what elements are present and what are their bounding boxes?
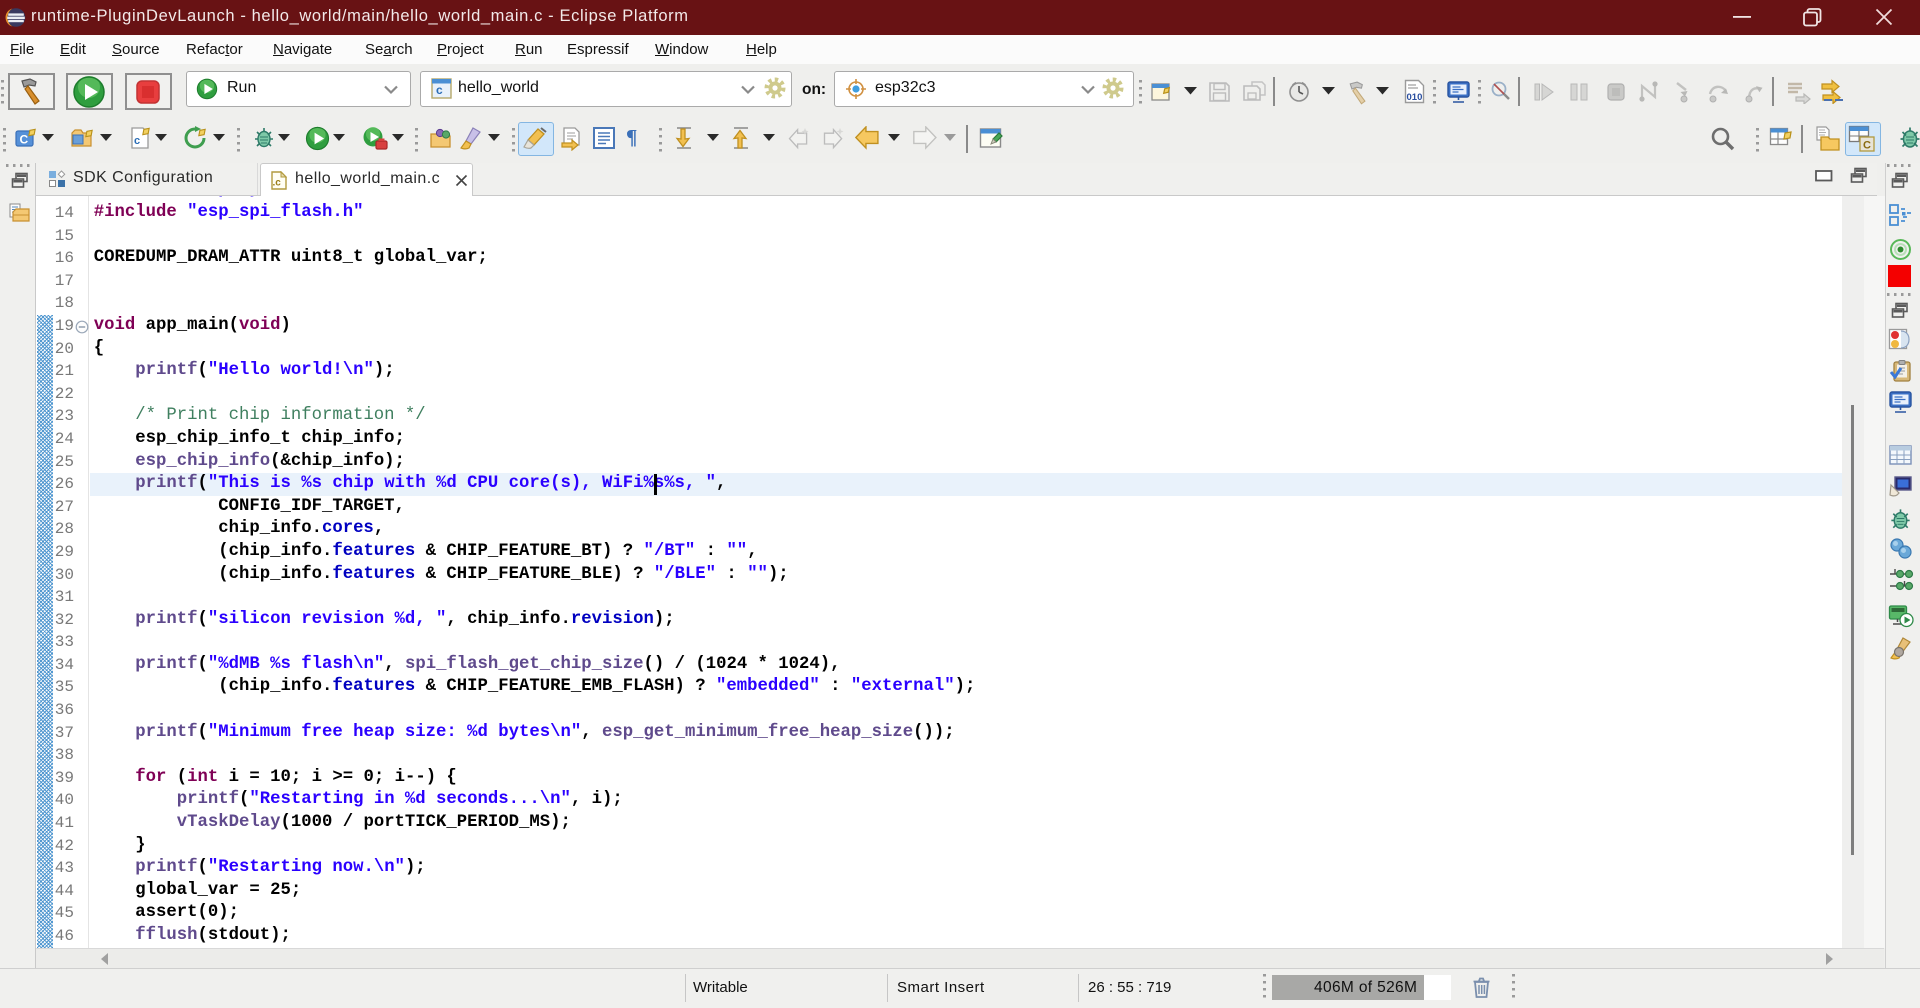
svg-text:C: C xyxy=(20,133,29,147)
svg-text:.c: .c xyxy=(273,178,282,189)
svg-text:C: C xyxy=(1863,140,1871,152)
svg-text:c: c xyxy=(436,83,443,97)
svg-text:010: 010 xyxy=(1407,92,1423,103)
svg-text:c: c xyxy=(134,135,140,147)
